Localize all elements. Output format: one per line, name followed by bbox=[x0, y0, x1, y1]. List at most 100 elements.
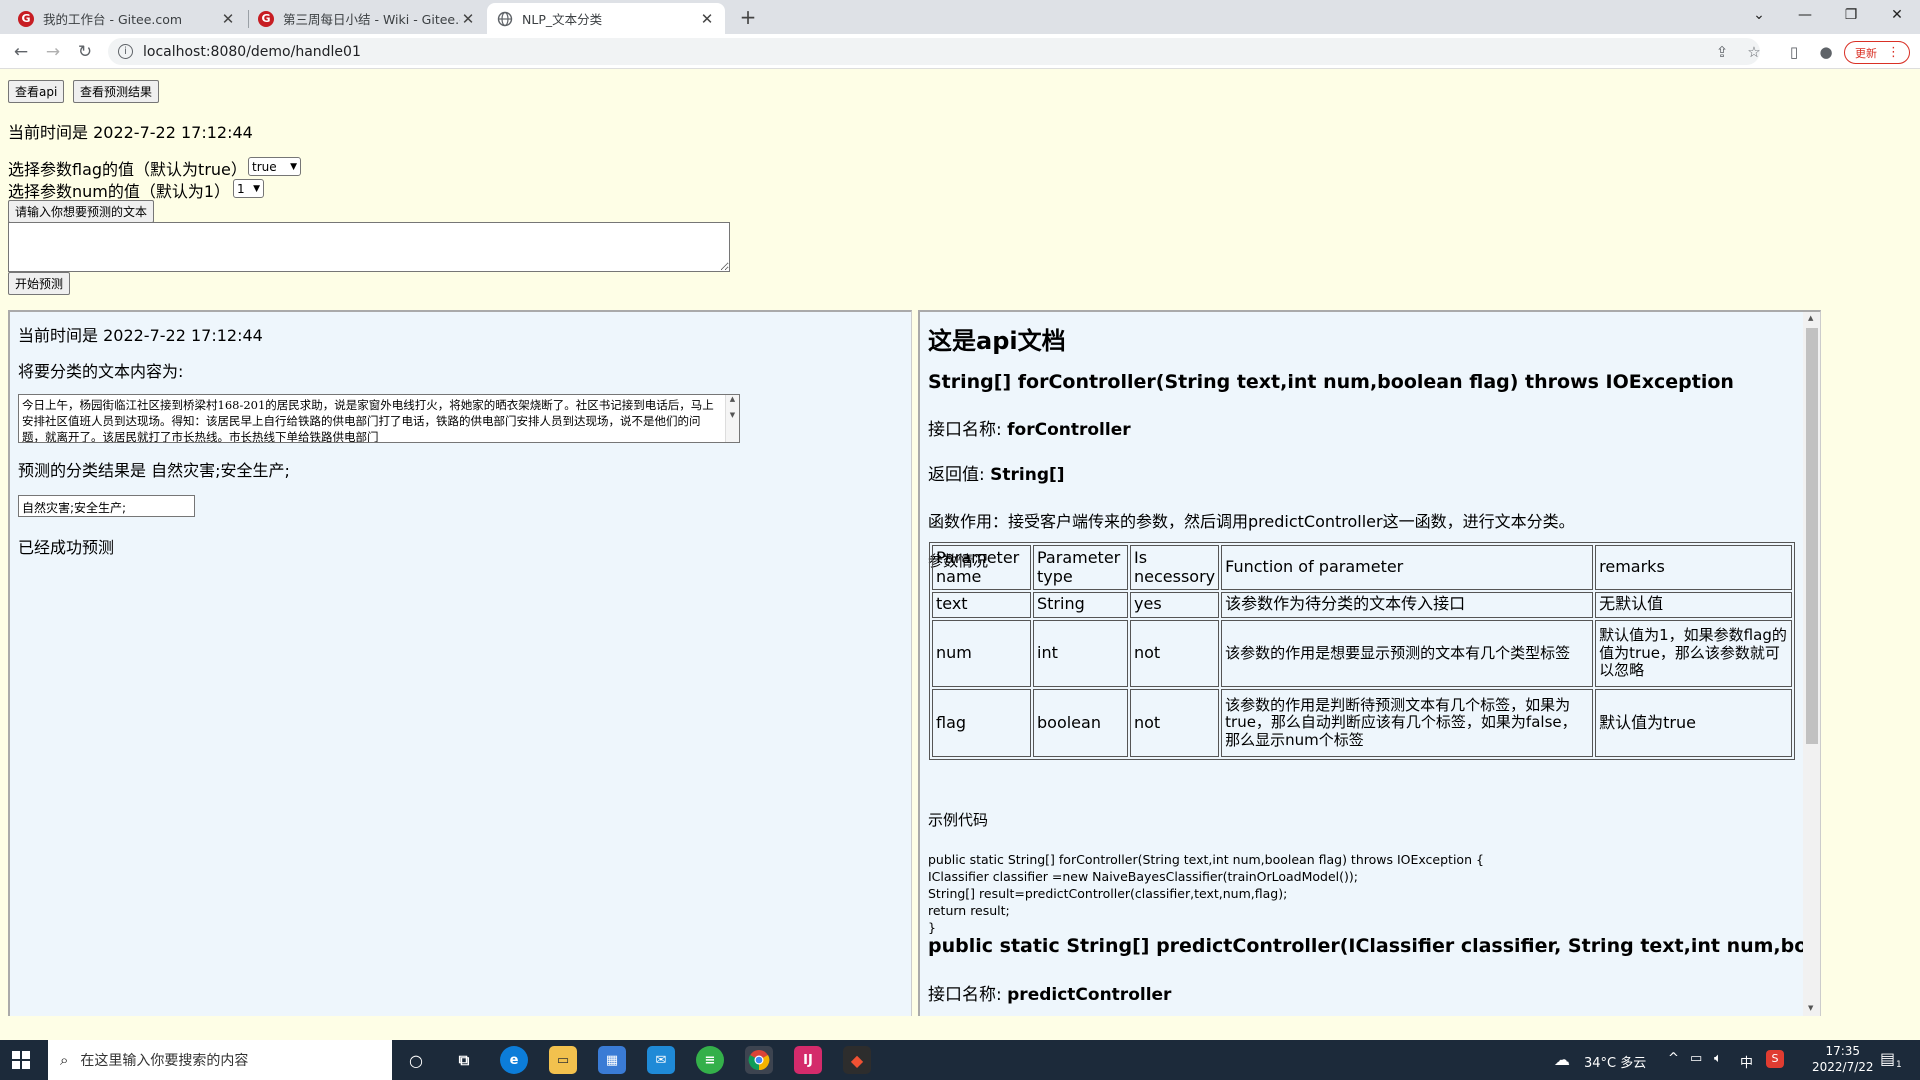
table-row: flag boolean not 该参数的作用是判断待预测文本有几个标签，如果为… bbox=[932, 689, 1792, 757]
green-app-icon[interactable]: ≡ bbox=[696, 1046, 724, 1074]
notification-count: 1 bbox=[1896, 1060, 1902, 1070]
gitee-logo-icon: G bbox=[258, 10, 274, 27]
microsoft-store-icon[interactable]: ▦ bbox=[598, 1046, 626, 1074]
return-value-row: 返回值: String[] bbox=[928, 460, 1065, 485]
info-icon[interactable]: i bbox=[118, 44, 133, 59]
url-text[interactable]: localhost:8080/demo/handle01 bbox=[143, 44, 361, 60]
interface2-name-row: 接口名称: predictController bbox=[928, 980, 1171, 1005]
table-cell: int bbox=[1033, 619, 1128, 688]
scrollbar-thumb[interactable] bbox=[1806, 328, 1818, 744]
text-content-area[interactable]: 今日上午，杨园街临江社区接到桥梁村168-201的居民求助，说是家窗外电线打火，… bbox=[18, 394, 740, 443]
table-cell: not bbox=[1130, 689, 1220, 757]
ime-indicator[interactable]: 中 bbox=[1740, 1052, 1753, 1071]
prediction-text-input[interactable] bbox=[8, 222, 730, 272]
function-description: 函数作用：接受客户端传来的参数，然后调用predictController这一函… bbox=[928, 512, 1575, 531]
table-cell: 该参数作为待分类的文本传入接口 bbox=[1221, 592, 1594, 618]
notification-icon[interactable]: ▤ bbox=[1880, 1049, 1895, 1068]
flag-select[interactable]: true ▼ bbox=[248, 157, 301, 176]
chevron-down-icon: ▼ bbox=[253, 183, 260, 194]
volume-icon[interactable]: 🔈︎ bbox=[1714, 1051, 1722, 1066]
address-bar[interactable]: i localhost:8080/demo/handle01 bbox=[108, 38, 1760, 65]
return-value: String[] bbox=[990, 465, 1065, 485]
chevron-down-icon: ▼ bbox=[290, 161, 297, 172]
clock-date: 2022/7/22 bbox=[1812, 1060, 1874, 1074]
interface-name-value: predictController bbox=[1007, 985, 1172, 1005]
result-label: 预测的分类结果是 自然灾害;安全生产; bbox=[18, 461, 290, 480]
side-panel-icon[interactable]: ▯ bbox=[1780, 38, 1808, 65]
kebab-menu-icon[interactable]: ⋮ bbox=[1887, 45, 1900, 60]
tray-chevron-up-icon[interactable]: ^ bbox=[1668, 1051, 1679, 1066]
taskbar-search-placeholder: 在这里输入你要搜索的内容 bbox=[80, 1053, 249, 1069]
table-cell: 默认值为1，如果参数flag的值为true，那么该参数就可以忽略 bbox=[1595, 619, 1792, 688]
code-line: String[] result=predictController(classi… bbox=[928, 886, 1288, 901]
windows-taskbar: ⌕ 在这里输入你要搜索的内容 ○ ⧉ e ▭ ▦ ✉ ≡ IJ ◆ ☁ 34°C… bbox=[0, 1040, 1920, 1080]
intellij-idea-icon[interactable]: IJ bbox=[794, 1046, 822, 1074]
close-icon[interactable]: ✕ bbox=[220, 10, 236, 28]
tab-wiki[interactable]: G 第三周每日小结 - Wiki - Gitee.c ✕ bbox=[248, 3, 486, 34]
tab-search-chevron-icon[interactable]: ⌄ bbox=[1736, 0, 1782, 30]
close-icon[interactable]: ✕ bbox=[460, 10, 476, 28]
edge-browser-icon[interactable]: e bbox=[500, 1046, 528, 1074]
result-output-field[interactable]: 自然灾害;安全生产; bbox=[18, 495, 195, 517]
api-doc-scrollbar[interactable]: ▲ ▼ bbox=[1803, 312, 1820, 1016]
reload-icon[interactable]: ↻ bbox=[70, 34, 100, 69]
table-header-cell: Parameter name bbox=[932, 545, 1031, 591]
input-prompt-button[interactable]: 请输入你想要预测的文本 bbox=[8, 200, 155, 223]
text-content-label: 将要分类的文本内容为: bbox=[18, 362, 184, 381]
interface-name-label: 接口名称: bbox=[928, 985, 1002, 1005]
cortana-icon[interactable]: ○ bbox=[402, 1046, 430, 1074]
share-icon[interactable]: ⇪ bbox=[1708, 38, 1736, 65]
code-block: public static String[] forController(Str… bbox=[928, 851, 1484, 936]
window-close-icon[interactable]: ✕ bbox=[1874, 0, 1920, 30]
weather-cloud-icon[interactable]: ☁ bbox=[1554, 1050, 1570, 1069]
restore-icon[interactable]: ❐ bbox=[1828, 0, 1874, 30]
table-cell: yes bbox=[1130, 592, 1220, 618]
sogou-input-icon[interactable]: S bbox=[1766, 1050, 1784, 1068]
table-header-cell: Parameter type bbox=[1033, 545, 1128, 591]
chrome-icon[interactable] bbox=[745, 1046, 773, 1074]
num-select[interactable]: 1 ▼ bbox=[233, 179, 264, 198]
clock[interactable]: 17:35 2022/7/22 bbox=[1812, 1043, 1874, 1075]
textarea-scrollbar[interactable]: ▲ ▼ bbox=[725, 395, 739, 442]
start-predict-button[interactable]: 开始预测 bbox=[8, 272, 71, 295]
taskbar-search-box[interactable]: ⌕ 在这里输入你要搜索的内容 bbox=[48, 1040, 392, 1080]
bookmark-star-icon[interactable]: ☆ bbox=[1740, 38, 1768, 65]
git-icon[interactable]: ◆ bbox=[843, 1046, 871, 1074]
mail-icon[interactable]: ✉ bbox=[647, 1046, 675, 1074]
page-content: 查看api 查看预测结果 当前时间是 2022-7-22 17:12:44 选择… bbox=[0, 70, 1920, 1016]
minimize-icon[interactable]: — bbox=[1782, 0, 1828, 30]
signature-predictcontroller: public static String[] predictController… bbox=[928, 935, 1820, 957]
back-arrow-icon[interactable]: ← bbox=[6, 34, 36, 69]
tab-title: NLP_文本分类 bbox=[522, 12, 603, 27]
forward-arrow-icon[interactable]: → bbox=[38, 34, 68, 69]
task-view-icon[interactable]: ⧉ bbox=[450, 1046, 478, 1074]
close-icon[interactable]: ✕ bbox=[699, 10, 715, 28]
flag-label: 选择参数flag的值（默认为true） bbox=[8, 160, 247, 179]
weather-text[interactable]: 34°C 多云 bbox=[1584, 1052, 1646, 1071]
view-result-button[interactable]: 查看预测结果 bbox=[73, 80, 160, 103]
num-label: 选择参数num的值（默认为1） bbox=[8, 182, 231, 201]
tab-gitee-workbench[interactable]: G 我的工作台 - Gitee.com ✕ bbox=[8, 3, 246, 34]
gitee-logo-icon: G bbox=[18, 10, 34, 27]
file-explorer-icon[interactable]: ▭ bbox=[549, 1046, 577, 1074]
table-cell: 默认值为true bbox=[1595, 689, 1792, 757]
num-select-value: 1 bbox=[237, 181, 245, 196]
interface-name-label: 接口名称: bbox=[928, 420, 1002, 440]
table-cell: 该参数的作用是想要显示预测的文本有几个类型标签 bbox=[1221, 619, 1594, 688]
tab-nlp-classify[interactable]: NLP_文本分类 ✕ bbox=[487, 3, 725, 34]
new-tab-plus-icon[interactable]: + bbox=[736, 5, 760, 29]
flag-select-value: true bbox=[252, 159, 277, 174]
scroll-down-arrow-icon[interactable]: ▼ bbox=[1808, 1004, 1813, 1012]
network-icon[interactable]: ▭ bbox=[1690, 1051, 1702, 1066]
clock-time: 17:35 bbox=[1825, 1044, 1861, 1058]
params-table: Parameter name Parameter type Is necesso… bbox=[929, 542, 1795, 760]
tab-title: 第三周每日小结 - Wiki - Gitee.c bbox=[283, 12, 460, 27]
windows-start-icon[interactable] bbox=[12, 1051, 30, 1073]
scroll-up-arrow-icon[interactable]: ▲ bbox=[1808, 314, 1813, 322]
view-api-button[interactable]: 查看api bbox=[8, 80, 65, 103]
browser-tab-strip: G 我的工作台 - Gitee.com ✕ G 第三周每日小结 - Wiki -… bbox=[0, 0, 1920, 34]
profile-avatar-icon[interactable]: ● bbox=[1812, 38, 1840, 65]
status-text: 已经成功预测 bbox=[18, 538, 115, 557]
update-button[interactable]: 更新 ⋮ bbox=[1844, 41, 1910, 64]
table-row: text String yes 该参数作为待分类的文本传入接口 无默认值 bbox=[932, 592, 1792, 618]
